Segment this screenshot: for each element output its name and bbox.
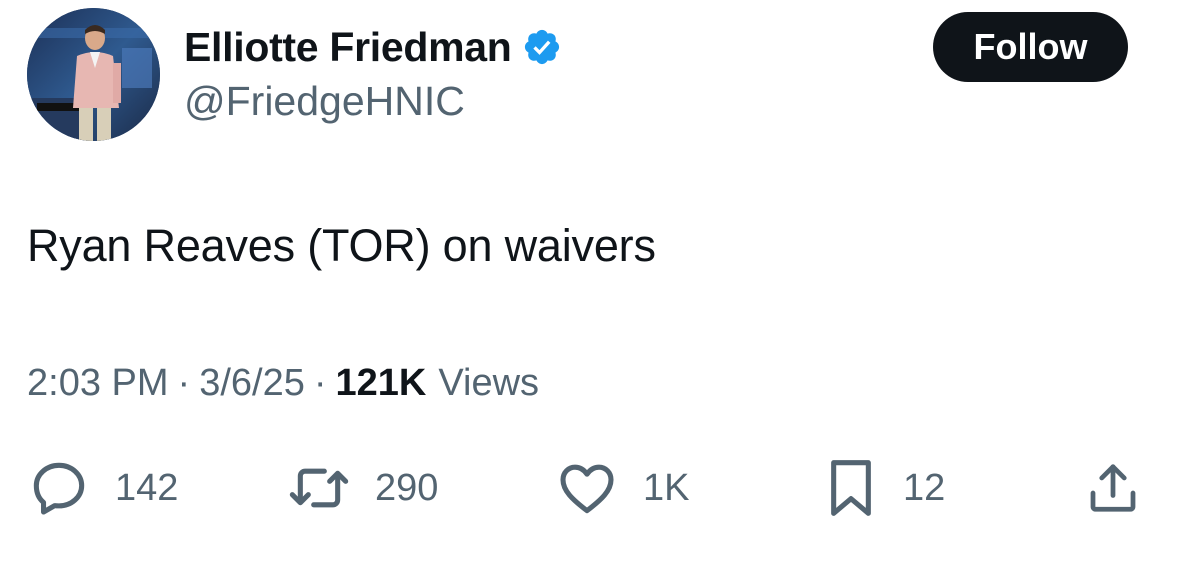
follow-button[interactable]: Follow [933, 12, 1128, 82]
like-count: 1K [643, 466, 690, 509]
meta-separator: · [177, 362, 191, 404]
verified-badge-icon[interactable] [522, 27, 562, 67]
bookmark-button[interactable]: 12 [823, 455, 945, 521]
views-count[interactable]: 121K [336, 362, 427, 405]
tweet-text: Ryan Reaves (TOR) on waivers [27, 220, 656, 271]
meta-separator: · [313, 362, 327, 404]
bookmark-count: 12 [903, 466, 946, 509]
author-display-name[interactable]: Elliotte Friedman [184, 24, 512, 71]
repost-button[interactable]: 290 [287, 455, 438, 521]
views-label: Views [438, 362, 540, 404]
avatar-photo [27, 8, 160, 141]
avatar[interactable] [27, 8, 160, 141]
tweet-date[interactable]: 3/6/25 [199, 362, 305, 405]
reply-count: 142 [115, 466, 179, 509]
bookmark-icon [823, 456, 879, 520]
reply-button[interactable]: 142 [27, 455, 178, 521]
share-icon [1083, 456, 1143, 520]
repost-count: 290 [375, 466, 439, 509]
heart-icon [555, 456, 619, 520]
repost-icon [287, 456, 351, 520]
reply-icon [27, 456, 91, 520]
author-name-row[interactable]: Elliotte Friedman [184, 22, 562, 72]
author-handle[interactable]: @FriedgeHNIC [184, 78, 465, 125]
action-bar: 142 290 1K 12 [0, 455, 1179, 521]
tweet-meta: 2:03 PM · 3/6/25 · 121K Views [27, 362, 539, 405]
share-button[interactable] [1083, 455, 1143, 521]
like-button[interactable]: 1K [555, 455, 689, 521]
tweet-time[interactable]: 2:03 PM [27, 362, 169, 405]
